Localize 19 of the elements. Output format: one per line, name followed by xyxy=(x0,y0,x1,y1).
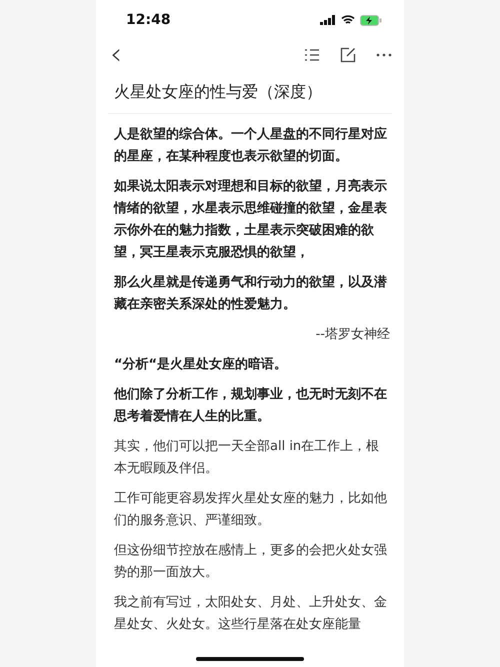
battery-icon xyxy=(360,14,382,26)
edit-icon[interactable] xyxy=(340,47,356,63)
paragraph: 我之前有写过，太阳处女、月处、上升处女、金星处女、火处女。这些行星落在处女座能量 xyxy=(114,594,388,634)
paragraph: 但这份细节控放在感情上，更多的会把火处女强势的那一面放大。 xyxy=(114,542,388,582)
status-time: 12:48 xyxy=(126,12,171,28)
wifi-icon xyxy=(341,15,355,25)
back-button[interactable]: ‹ xyxy=(110,40,122,70)
paragraph: 如果说太阳表示对理想和目标的欲望，月亮表示情绪的欲望，水星表示思维碰撞的欲望，金星表示你外在的魅力指数，土星表示突破困难的欲望，冥王星表示克服恐惧的欲望， xyxy=(114,178,388,262)
paragraph: 工作可能更容易发挥火星处女座的魅力，比如他们的服务意识、严谨细致。 xyxy=(114,490,388,530)
paragraph: 人是欲望的综合体。一个人星盘的不同行星对应的星座，在某种程度也表示欲望的切面。 xyxy=(114,126,388,166)
list-icon[interactable] xyxy=(304,48,320,62)
paragraph: 他们除了分析工作，规划事业，也无时无刻不在思考着爱情在人生的比重。 xyxy=(114,386,388,426)
signal-icon xyxy=(320,15,336,25)
paragraph: 其实，他们可以把一天全部all in在工作上，根本无暇顾及伴侣。 xyxy=(114,438,380,478)
quote-source: --塔罗女神经 xyxy=(314,326,390,344)
more-icon[interactable] xyxy=(376,53,392,57)
paragraph: 那么火星就是传递勇气和行动力的欲望，以及潜藏在亲密关系深处的性爱魅力。 xyxy=(114,274,388,314)
article-title: 火星处女座的性与爱（深度） xyxy=(113,81,323,103)
paragraph: “分析“是火星处女座的暗语。 xyxy=(114,356,288,374)
